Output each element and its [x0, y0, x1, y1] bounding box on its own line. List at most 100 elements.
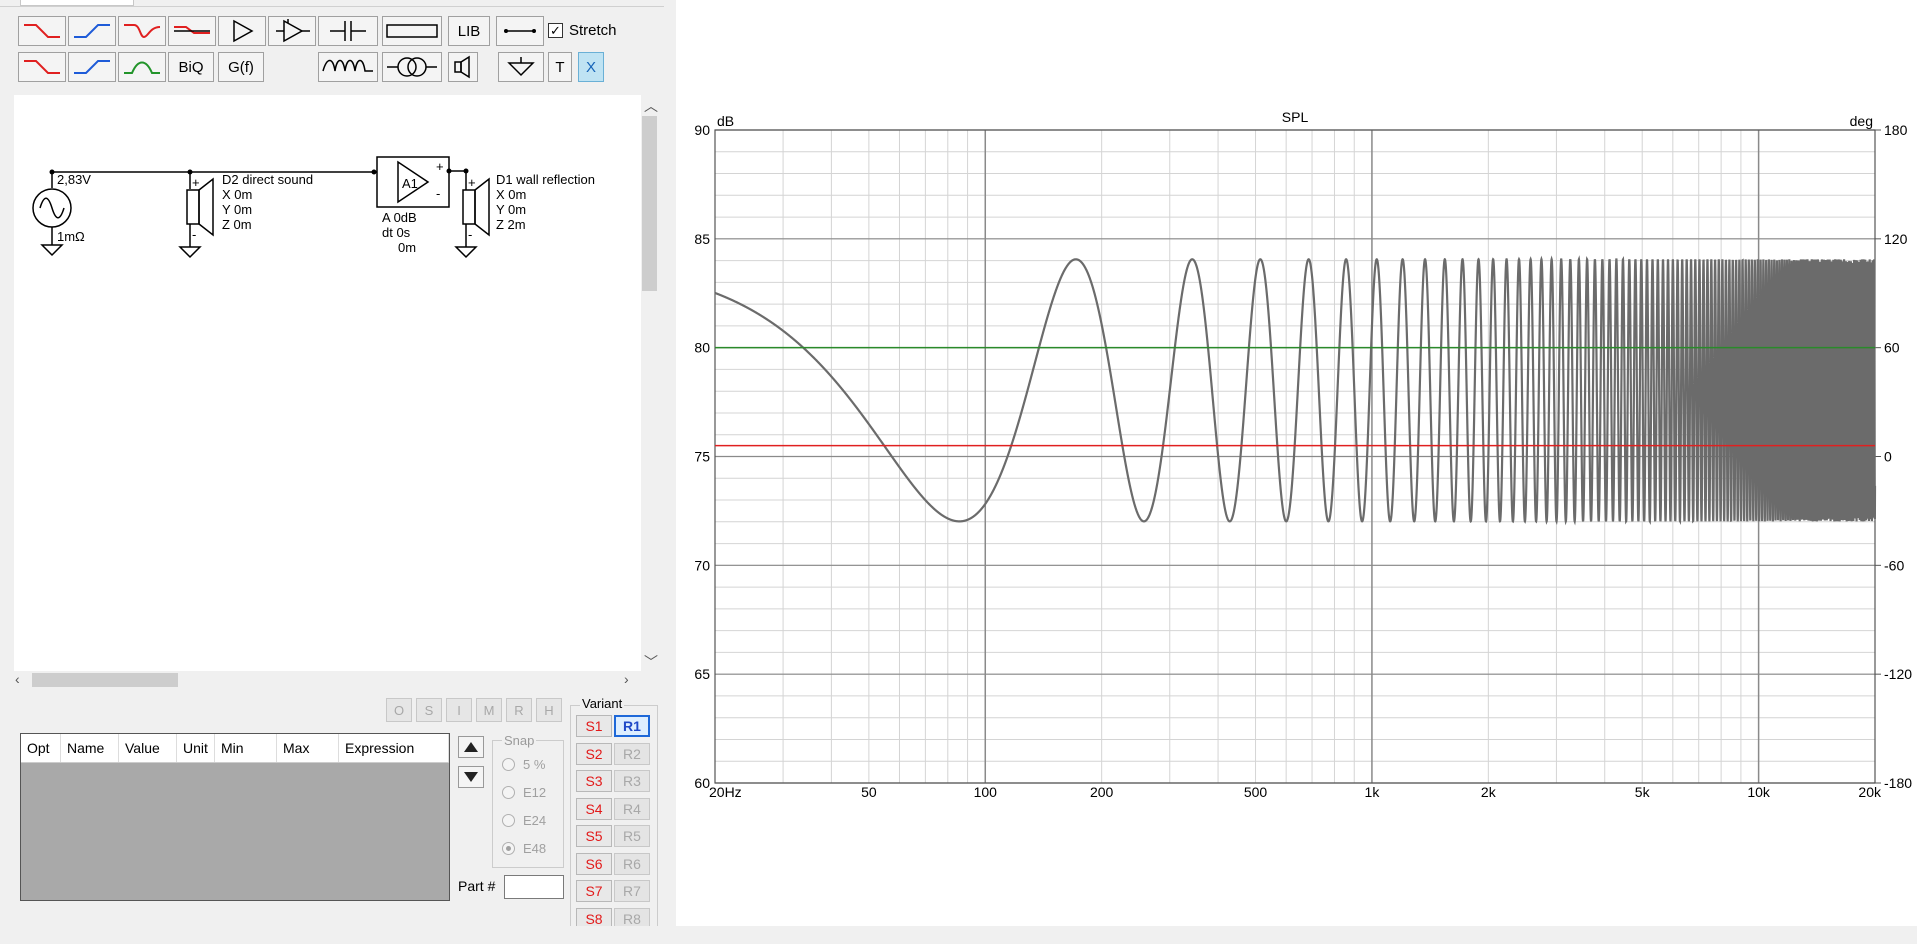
wire-icon	[504, 29, 536, 33]
text-button[interactable]: T	[548, 52, 572, 82]
y2-tick-label: 60	[1884, 340, 1900, 356]
vertical-scroll-thumb[interactable]	[642, 116, 657, 291]
speaker-button[interactable]	[448, 52, 478, 82]
opt-o-button[interactable]: O	[386, 698, 412, 722]
scroll-down-icon[interactable]: ﹀	[644, 652, 658, 672]
column-header-max[interactable]: Max	[277, 734, 339, 762]
amp-gain-label: A 0dB	[382, 210, 417, 225]
variant-s7-button[interactable]: S7	[576, 880, 612, 902]
schematic-canvas[interactable]: 2,83V 1mΩ + - D2 direct sound X 0m Y 0m …	[14, 95, 641, 671]
bandpass-green-button[interactable]	[118, 52, 166, 82]
bottom-strip	[0, 926, 1917, 944]
scroll-right-icon[interactable]: ›	[624, 671, 629, 687]
transfer-function-button[interactable]: G(f)	[218, 52, 264, 82]
variant-s2-button[interactable]: S2	[576, 742, 612, 765]
variant-s6-button[interactable]: S6	[576, 852, 612, 875]
node-dot	[49, 169, 55, 175]
snap-option[interactable]: 5 %	[502, 757, 545, 772]
variant-s5-button[interactable]: S5	[576, 825, 612, 847]
d2-ground-icon	[178, 246, 202, 259]
checkmark-icon: ✓	[550, 23, 561, 38]
part-number-input[interactable]	[504, 875, 564, 899]
snap-option[interactable]: E48	[502, 841, 546, 856]
variant-r3-button[interactable]: R3	[614, 770, 650, 792]
lowpass2-red-button[interactable]	[18, 52, 66, 82]
node-dot	[446, 168, 452, 174]
column-header-unit[interactable]: Unit	[177, 734, 215, 762]
speaker-icon	[454, 55, 470, 79]
bandstop-red-button[interactable]	[118, 16, 166, 46]
y2-tick-label: 120	[1884, 231, 1908, 247]
snap-option-label: 5 %	[523, 757, 546, 772]
highpass-blue-button[interactable]	[68, 16, 116, 46]
column-header-value[interactable]: Value	[119, 734, 177, 762]
y-tick-label: 85	[694, 231, 710, 247]
transformer-button[interactable]	[382, 52, 442, 82]
column-header-name[interactable]: Name	[61, 734, 119, 762]
lib-button[interactable]: LIB	[448, 16, 490, 46]
source-ground-icon	[40, 244, 64, 257]
move-up-button[interactable]	[458, 736, 484, 758]
spl-graph-panel[interactable]: SPL dB deg 90 85 80 75 70 65 60 180 120 60 0 -60 -120 -1…	[676, 0, 1917, 926]
ground-button[interactable]	[498, 52, 544, 82]
x-tick-label: 5k	[1635, 784, 1651, 800]
d2-minus: -	[192, 227, 196, 242]
x-tick-label: 100	[974, 784, 998, 800]
snap-option[interactable]: E24	[502, 813, 546, 828]
amplifier-button[interactable]	[218, 16, 266, 46]
y-tick-label: 75	[694, 449, 710, 465]
horizontal-scroll-thumb[interactable]	[32, 673, 178, 687]
variant-r7-button[interactable]: R7	[614, 880, 650, 902]
variant-s3-button[interactable]: S3	[576, 770, 612, 792]
variant-r4-button[interactable]: R4	[614, 797, 650, 820]
scroll-up-icon[interactable]: ︿	[644, 96, 658, 116]
x-tick-label: 500	[1244, 784, 1268, 800]
d2-plus: +	[192, 175, 200, 190]
radio-selected-icon	[506, 846, 511, 851]
variant-s4-button[interactable]: S4	[576, 797, 612, 820]
column-header-opt[interactable]: Opt	[21, 734, 61, 762]
opt-r-button[interactable]: R	[506, 698, 532, 722]
snap-option[interactable]: E12	[502, 785, 546, 800]
variant-r6-button[interactable]: R6	[614, 852, 650, 875]
variant-r1-button[interactable]: R1	[614, 715, 650, 737]
lowpass2-red-icon	[24, 60, 60, 74]
d1-x-label: X 0m	[496, 187, 526, 202]
x-button[interactable]: X	[578, 52, 604, 82]
lowpass-red-button[interactable]	[18, 16, 66, 46]
resistor-button[interactable]	[382, 16, 442, 46]
d1-y-label: Y 0m	[496, 202, 526, 217]
source-voltage-label: 2,83V	[57, 172, 91, 187]
capacitor-icon	[330, 21, 366, 41]
x-tick-label: 200	[1090, 784, 1114, 800]
biquad-button[interactable]: BiQ	[168, 52, 214, 82]
variant-r5-button[interactable]: R5	[614, 825, 650, 847]
variant-r2-button[interactable]: R2	[614, 742, 650, 765]
column-header-expression[interactable]: Expression	[339, 734, 449, 762]
opt-s-button[interactable]: S	[416, 698, 442, 722]
move-down-button[interactable]	[458, 766, 484, 788]
scroll-left-icon[interactable]: ‹	[15, 671, 20, 687]
column-header-min[interactable]: Min	[215, 734, 277, 762]
stretch-option[interactable]: ✓ Stretch	[548, 22, 617, 39]
spl-chart[interactable]: SPL dB deg 90 85 80 75 70 65 60 180 120 60 0 -60 -120 -1…	[676, 0, 1917, 926]
highpass2-blue-button[interactable]	[68, 52, 116, 82]
summing-amp-button[interactable]	[268, 16, 316, 46]
x-tick-label: 50	[861, 784, 877, 800]
opt-h-button[interactable]: H	[536, 698, 562, 722]
lib-button-label: LIB	[457, 22, 481, 40]
capacitor-button[interactable]	[318, 16, 378, 46]
y-tick-label: 70	[694, 557, 710, 573]
parameter-table[interactable]: Opt Name Value Unit Min Max Expression	[20, 733, 450, 901]
opt-i-button[interactable]: I	[446, 698, 472, 722]
wire-button[interactable]	[496, 16, 544, 46]
shelf-filter-button[interactable]	[168, 16, 216, 46]
highpass-blue-icon	[74, 24, 110, 38]
part-number-label: Part #	[458, 878, 496, 894]
stretch-checkbox[interactable]: ✓	[548, 23, 563, 38]
variant-s1-button[interactable]: S1	[576, 715, 612, 737]
amp-plus: +	[436, 159, 444, 174]
opt-m-button[interactable]: M	[476, 698, 502, 722]
selected-tab[interactable]	[20, 0, 134, 6]
inductor-button[interactable]	[318, 52, 378, 82]
